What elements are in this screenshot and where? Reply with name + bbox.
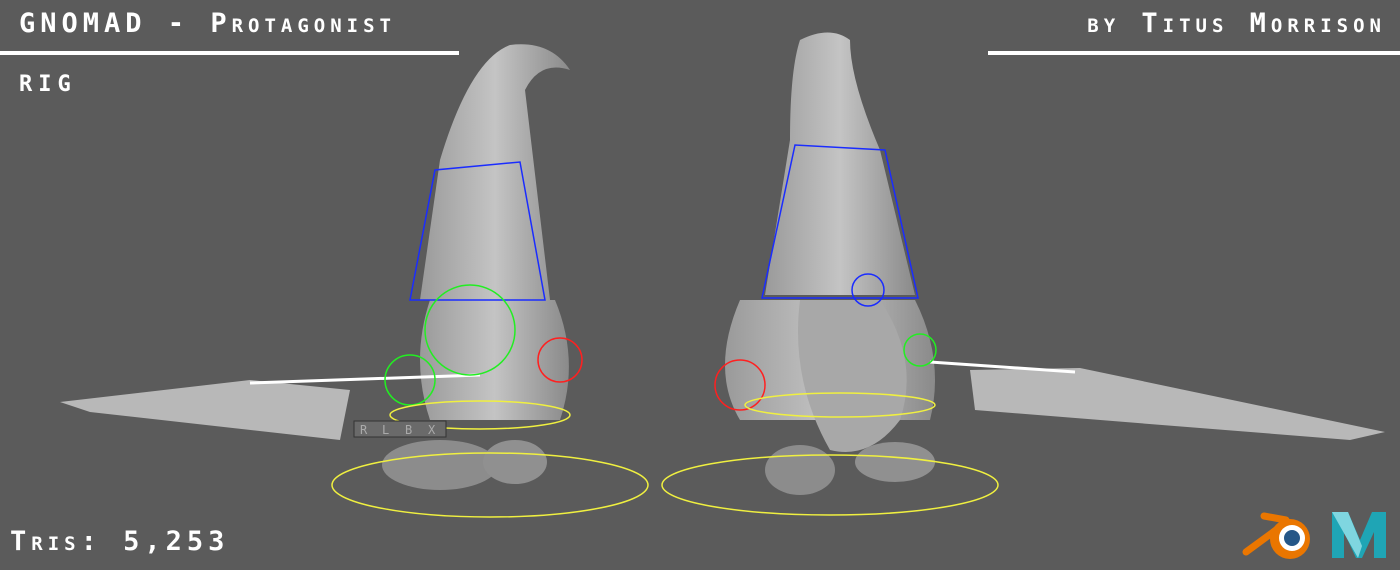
- gnome-front-view: R L B X: [60, 44, 649, 518]
- rig-label-b: B: [405, 423, 412, 437]
- blender-logo: [1242, 512, 1310, 559]
- gnome-hat-back: [765, 32, 915, 295]
- sword-blade: [60, 380, 350, 440]
- rig-label-r: R: [360, 423, 368, 437]
- gnome-hat: [420, 44, 570, 301]
- render-viewport: R L B X: [60, 32, 1385, 518]
- rig-label-l: L: [382, 423, 389, 437]
- rig-label-x: X: [428, 423, 436, 437]
- rig-switch-labels: R L B X: [353, 420, 447, 438]
- gnome-beard: [798, 300, 907, 452]
- sword-blade-back: [970, 368, 1385, 440]
- maya-logo: [1332, 512, 1386, 558]
- gnome-back-view: [661, 32, 1385, 516]
